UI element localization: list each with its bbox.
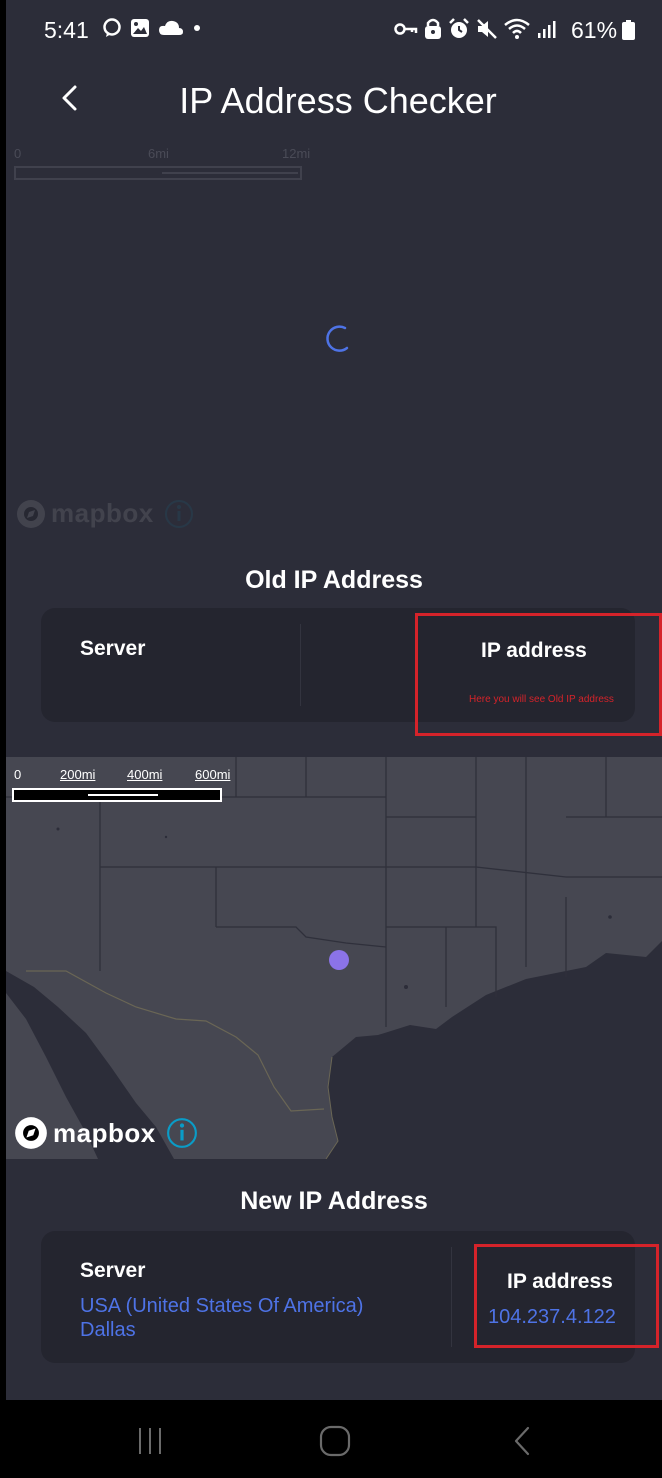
cloud-icon <box>159 20 183 35</box>
image-icon <box>131 19 149 37</box>
scale-label: 0 <box>14 767 22 782</box>
mapbox-logo-icon <box>17 499 45 528</box>
highlight-box <box>415 613 662 736</box>
status-right-icons <box>394 18 556 40</box>
scale-label: 200mi <box>60 767 96 782</box>
scale-label: 600mi <box>195 767 231 782</box>
server-label: Server <box>80 1259 146 1282</box>
old-ip-hint: Here you will see Old IP address <box>469 694 614 705</box>
server-city: Dallas <box>80 1319 136 1341</box>
scale-label: 12mi <box>282 146 311 161</box>
back-icon[interactable] <box>506 1424 540 1458</box>
mapbox-attribution[interactable]: mapbox <box>14 1116 198 1150</box>
new-ip-map[interactable] <box>6 757 662 1159</box>
mute-icon <box>477 19 497 39</box>
card-divider <box>451 1247 452 1347</box>
lock-icon <box>425 18 441 39</box>
signal-icon <box>538 21 556 38</box>
map-scale-labels: 0 200mi 400mi 600mi <box>6 767 246 783</box>
info-icon[interactable] <box>166 1117 198 1149</box>
status-bar: 5:41 61% <box>6 0 662 60</box>
battery-icon <box>622 20 635 40</box>
highlight-box <box>474 1244 659 1348</box>
scale-label: 400mi <box>127 767 163 782</box>
chat-icon <box>103 18 121 37</box>
mapbox-wordmark: mapbox <box>53 1117 156 1148</box>
home-icon[interactable] <box>318 1424 352 1458</box>
location-marker[interactable] <box>329 950 349 970</box>
loading-spinner-icon <box>326 325 349 352</box>
vpn-key-icon <box>394 23 418 35</box>
server-label: Server <box>80 637 146 660</box>
battery-percent: 61% <box>571 17 618 43</box>
map-scale-bar <box>14 166 302 180</box>
dot-icon <box>194 25 200 31</box>
page-title: IP Address Checker <box>179 80 497 121</box>
old-ip-title: Old IP Address <box>245 566 423 594</box>
new-ip-title: New IP Address <box>240 1187 428 1215</box>
system-nav-bar <box>0 1400 662 1478</box>
status-left-icons <box>102 18 202 38</box>
wifi-icon <box>504 18 530 39</box>
mapbox-wordmark: mapbox <box>51 498 154 528</box>
scale-label: 6mi <box>148 146 169 161</box>
map-scale-bar <box>12 788 222 802</box>
scale-label: 0 <box>14 146 22 161</box>
card-divider <box>300 624 301 706</box>
mapbox-logo-icon <box>15 1117 47 1149</box>
mapbox-attribution[interactable]: mapbox <box>16 498 194 529</box>
status-time: 5:41 <box>44 17 89 43</box>
map-scale-labels: 0 6mi 12mi <box>14 146 314 162</box>
recent-apps-icon[interactable] <box>133 1424 167 1458</box>
app-screen: 5:41 61% IP Address Checker 0 6mi 12mi m… <box>6 0 662 1400</box>
server-country: USA (United States Of America) <box>80 1295 364 1317</box>
info-icon <box>164 499 193 528</box>
alarm-icon <box>449 18 469 38</box>
